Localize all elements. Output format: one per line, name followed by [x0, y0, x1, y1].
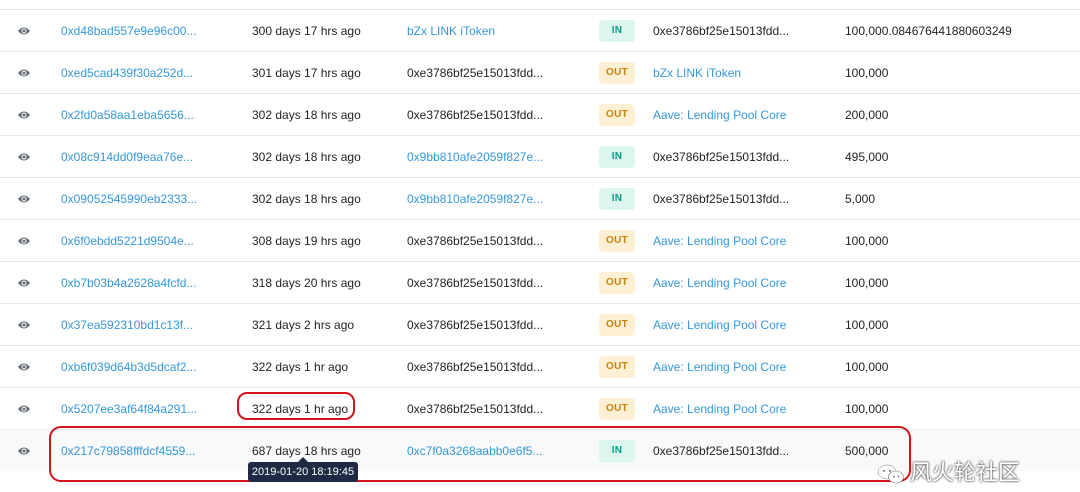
- txn-to[interactable]: Aave: Lending Pool Core: [653, 262, 786, 304]
- txn-hash-link[interactable]: 0xb7b03b4a2628a4fcfd...: [61, 262, 196, 304]
- txn-hash-link[interactable]: 0x5207ee3af64f84a291...: [61, 388, 197, 430]
- txn-value: 5,000: [845, 192, 876, 206]
- txn-to[interactable]: Aave: Lending Pool Core: [653, 346, 786, 388]
- direction-badge: OUT: [599, 62, 635, 84]
- txn-to[interactable]: Aave: Lending Pool Core: [653, 388, 786, 430]
- direction-badge: OUT: [599, 314, 635, 336]
- txn-to[interactable]: Aave: Lending Pool Core: [653, 94, 786, 136]
- txn-from: 0xe3786bf25e15013fdd...: [407, 108, 544, 122]
- txn-hash-link[interactable]: 0xed5cad439f30a252d...: [61, 52, 193, 94]
- txn-from[interactable]: bZx LINK iToken: [407, 10, 495, 52]
- txn-from: 0xe3786bf25e15013fdd...: [407, 318, 544, 332]
- txn-age: 302 days 18 hrs ago: [252, 108, 361, 122]
- txn-age: 301 days 17 hrs ago: [252, 66, 361, 80]
- txn-age: 302 days 18 hrs ago: [252, 150, 361, 164]
- table-row: 0x09052545990eb2333... 302 days 18 hrs ag…: [0, 177, 1080, 219]
- eye-icon[interactable]: [17, 25, 31, 37]
- eye-icon[interactable]: [17, 109, 31, 121]
- txn-to[interactable]: Aave: Lending Pool Core: [653, 220, 786, 262]
- direction-badge: IN: [599, 188, 635, 210]
- direction-badge: IN: [599, 20, 635, 42]
- txn-hash-link[interactable]: 0x09052545990eb2333...: [61, 178, 197, 220]
- eye-icon[interactable]: [17, 403, 31, 415]
- direction-badge: OUT: [599, 104, 635, 126]
- txn-hash-link[interactable]: 0x6f0ebdd5221d9504e...: [61, 220, 194, 262]
- txn-hash-link[interactable]: 0x08c914dd0f9eaa76e...: [61, 136, 193, 178]
- txn-value: 100,000.084676441880603249: [845, 24, 1012, 38]
- txn-to: 0xe3786bf25e15013fdd...: [653, 192, 790, 206]
- txn-value: 100,000: [845, 276, 889, 290]
- txn-age: 322 days 1 hr ago: [252, 360, 349, 374]
- direction-badge: OUT: [599, 398, 635, 420]
- wechat-logo-icon: [877, 464, 904, 484]
- txn-value: 495,000: [845, 150, 889, 164]
- timestamp-tooltip: 2019-01-20 18:19:45: [248, 457, 358, 482]
- txn-age: 308 days 19 hrs ago: [252, 234, 361, 248]
- eye-icon[interactable]: [17, 445, 31, 457]
- txn-from: 0xe3786bf25e15013fdd...: [407, 360, 544, 374]
- eye-icon[interactable]: [17, 193, 31, 205]
- eye-icon[interactable]: [17, 361, 31, 373]
- txn-from[interactable]: 0x9bb810afe2059f827e...: [407, 178, 543, 220]
- txn-hash-link[interactable]: 0xb6f039d64b3d5dcaf2...: [61, 346, 196, 388]
- txn-to[interactable]: bZx LINK iToken: [653, 52, 741, 94]
- txn-from: 0xe3786bf25e15013fdd...: [407, 234, 544, 248]
- txn-age: 321 days 2 hrs ago: [252, 318, 355, 332]
- eye-icon[interactable]: [17, 235, 31, 247]
- table-row: 0xed5cad439f30a252d... 301 days 17 hrs ag…: [0, 51, 1080, 93]
- txn-from: 0xe3786bf25e15013fdd...: [407, 66, 544, 80]
- direction-badge: IN: [599, 146, 635, 168]
- table-row: 0x37ea592310bd1c13f... 321 days 2 hrs ago…: [0, 303, 1080, 345]
- table-row: 0xb7b03b4a2628a4fcfd... 318 days 20 hrs a…: [0, 261, 1080, 303]
- age-highlight-annotation: [237, 392, 355, 420]
- direction-badge: OUT: [599, 230, 635, 252]
- txn-value: 200,000: [845, 108, 889, 122]
- table-row: 0x08c914dd0f9eaa76e... 302 days 18 hrs ag…: [0, 135, 1080, 177]
- txn-value: 100,000: [845, 402, 889, 416]
- txn-hash-link[interactable]: 0x2fd0a58aa1eba5656...: [61, 94, 194, 136]
- txn-hash-link[interactable]: 0xd48bad557e9e96c00...: [61, 10, 196, 52]
- table-row: 0x2fd0a58aa1eba5656... 302 days 18 hrs ag…: [0, 93, 1080, 135]
- txn-age: 300 days 17 hrs ago: [252, 24, 361, 38]
- direction-badge: OUT: [599, 356, 635, 378]
- txn-age: 302 days 18 hrs ago: [252, 192, 361, 206]
- txn-from: 0xe3786bf25e15013fdd...: [407, 402, 544, 416]
- txn-value: 100,000: [845, 318, 889, 332]
- txn-value: 100,000: [845, 234, 889, 248]
- direction-badge: OUT: [599, 272, 635, 294]
- txn-to[interactable]: Aave: Lending Pool Core: [653, 304, 786, 346]
- eye-icon[interactable]: [17, 67, 31, 79]
- row-highlight-annotation: [49, 426, 911, 482]
- txn-value: 100,000: [845, 66, 889, 80]
- txn-to: 0xe3786bf25e15013fdd...: [653, 150, 790, 164]
- txn-to: 0xe3786bf25e15013fdd...: [653, 24, 790, 38]
- txn-age: 318 days 20 hrs ago: [252, 276, 361, 290]
- table-row: 0x5207ee3af64f84a291... 322 days 1 hr ago…: [0, 387, 1080, 429]
- watermark-text: 风火轮社区: [910, 461, 1021, 486]
- txn-from[interactable]: 0x9bb810afe2059f827e...: [407, 136, 543, 178]
- txn-from: 0xe3786bf25e15013fdd...: [407, 276, 544, 290]
- table-row: 0xb6f039d64b3d5dcaf2... 322 days 1 hr ago…: [0, 345, 1080, 387]
- eye-icon[interactable]: [17, 319, 31, 331]
- eye-icon[interactable]: [17, 151, 31, 163]
- eye-icon[interactable]: [17, 277, 31, 289]
- table-row: 0xd48bad557e9e96c00... 300 days 17 hrs ag…: [0, 9, 1080, 51]
- txn-hash-link[interactable]: 0x37ea592310bd1c13f...: [61, 304, 193, 346]
- txn-value: 100,000: [845, 360, 889, 374]
- table-row: 0x6f0ebdd5221d9504e... 308 days 19 hrs ag…: [0, 219, 1080, 261]
